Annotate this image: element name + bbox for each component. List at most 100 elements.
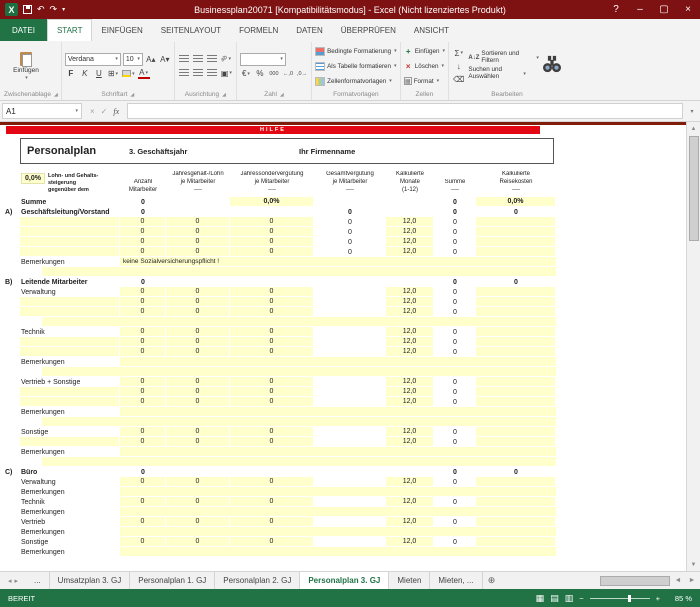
- cell[interactable]: [476, 517, 556, 527]
- row-label[interactable]: [20, 387, 120, 397]
- cell[interactable]: [476, 537, 556, 547]
- excel-app-icon[interactable]: X: [5, 3, 18, 16]
- cell[interactable]: 0: [166, 397, 230, 407]
- cell[interactable]: 0: [120, 347, 166, 357]
- cell[interactable]: 0: [166, 227, 230, 237]
- note-cell[interactable]: [120, 547, 556, 557]
- note-cell[interactable]: [120, 407, 556, 417]
- cell[interactable]: 0: [230, 347, 314, 357]
- cell[interactable]: 0: [166, 347, 230, 357]
- cell[interactable]: [314, 427, 386, 437]
- sheet-tab[interactable]: ...: [26, 572, 50, 589]
- cell[interactable]: 0: [434, 277, 476, 287]
- cell[interactable]: 0: [166, 537, 230, 547]
- cell[interactable]: 0: [230, 497, 314, 507]
- expand-formula-bar-icon[interactable]: ▾: [686, 108, 698, 115]
- cell[interactable]: [476, 227, 556, 237]
- cell[interactable]: 12,0: [386, 387, 434, 397]
- cell[interactable]: 12,0: [386, 297, 434, 307]
- cell[interactable]: 0: [230, 327, 314, 337]
- cell[interactable]: 0: [120, 397, 166, 407]
- cell[interactable]: [476, 387, 556, 397]
- scroll-up-icon[interactable]: ▲: [687, 122, 700, 135]
- cell[interactable]: [476, 377, 556, 387]
- sheet-tab[interactable]: Mieten: [389, 572, 430, 589]
- cell[interactable]: [476, 347, 556, 357]
- sheet-nav-left-icon[interactable]: ◂: [8, 577, 12, 585]
- dialog-launcher-icon[interactable]: ◢: [130, 92, 134, 98]
- cell[interactable]: 0: [230, 377, 314, 387]
- grow-font-button[interactable]: A▴: [145, 53, 157, 65]
- cell[interactable]: 0: [434, 217, 476, 227]
- cell[interactable]: 0: [120, 427, 166, 437]
- merge-center-button[interactable]: ▣▾: [220, 67, 233, 79]
- enter-icon[interactable]: ✓: [101, 107, 108, 116]
- delete-cells-button[interactable]: ×Löschen▾: [404, 60, 444, 73]
- cell[interactable]: 0: [120, 217, 166, 227]
- cell[interactable]: 0: [314, 217, 386, 227]
- zoom-out-button[interactable]: −: [579, 594, 583, 603]
- cell[interactable]: 12,0: [386, 437, 434, 447]
- fill-color-button[interactable]: ▾: [121, 68, 136, 80]
- row-label[interactable]: [20, 237, 120, 247]
- cell[interactable]: [314, 287, 386, 297]
- fill-button[interactable]: ↓: [452, 60, 465, 72]
- insert-function-icon[interactable]: fx: [113, 107, 119, 116]
- cell[interactable]: [166, 467, 230, 477]
- cell[interactable]: 0: [166, 287, 230, 297]
- percent-format-button[interactable]: %: [254, 68, 266, 80]
- cell[interactable]: 0: [434, 467, 476, 477]
- cell[interactable]: 0: [434, 347, 476, 357]
- ribbon-tab[interactable]: SEITENLAYOUT: [152, 19, 230, 41]
- cell[interactable]: 0: [230, 287, 314, 297]
- page-layout-view-icon[interactable]: ▤: [550, 593, 559, 604]
- currency-format-button[interactable]: €▾: [240, 68, 252, 80]
- cell[interactable]: [476, 437, 556, 447]
- note-cell[interactable]: keine Sozialversicherungspflicht !: [120, 257, 556, 267]
- cell[interactable]: 0: [166, 337, 230, 347]
- row-label[interactable]: [20, 347, 120, 357]
- cell[interactable]: [166, 197, 230, 207]
- insert-cells-button[interactable]: +Einfügen▾: [404, 45, 445, 58]
- note-cell[interactable]: [120, 357, 556, 367]
- cell[interactable]: 0: [434, 537, 476, 547]
- ribbon-tab[interactable]: EINFÜGEN: [92, 19, 151, 41]
- cell[interactable]: [476, 297, 556, 307]
- normal-view-icon[interactable]: ▦: [536, 593, 545, 604]
- vertical-scrollbar[interactable]: ▲ ▼: [686, 122, 700, 571]
- sheet-tab[interactable]: Umsatzplan 3. GJ: [50, 572, 131, 589]
- cell[interactable]: 0: [166, 517, 230, 527]
- row-label[interactable]: [20, 227, 120, 237]
- salary-increase-input[interactable]: 0,0%: [21, 173, 45, 184]
- cell[interactable]: [476, 287, 556, 297]
- clear-button[interactable]: ⌫: [452, 73, 465, 85]
- cell[interactable]: [386, 467, 434, 477]
- cell[interactable]: 0: [230, 217, 314, 227]
- input-band[interactable]: [42, 417, 556, 427]
- cell[interactable]: 0: [230, 227, 314, 237]
- cell[interactable]: 0: [434, 327, 476, 337]
- cell[interactable]: 0: [166, 477, 230, 487]
- cell[interactable]: 0: [120, 277, 166, 287]
- align-top-button[interactable]: [178, 53, 190, 65]
- underline-button[interactable]: U: [93, 68, 105, 80]
- ribbon-tab[interactable]: DATEN: [287, 19, 332, 41]
- cell[interactable]: 0: [230, 387, 314, 397]
- cell[interactable]: 0: [434, 437, 476, 447]
- cell[interactable]: 0: [120, 387, 166, 397]
- cell[interactable]: [314, 397, 386, 407]
- cell[interactable]: 0: [314, 207, 386, 217]
- cell[interactable]: 0: [230, 477, 314, 487]
- cell[interactable]: 12,0: [386, 537, 434, 547]
- cell[interactable]: 0: [230, 307, 314, 317]
- row-label[interactable]: Sonstige: [20, 537, 120, 547]
- row-label[interactable]: Verwaltung: [20, 287, 120, 297]
- borders-button[interactable]: ⊞▾: [107, 68, 119, 80]
- find-select-button[interactable]: Suchen und Auswählen▾: [468, 67, 539, 81]
- cell[interactable]: 0: [120, 437, 166, 447]
- cell[interactable]: 0: [476, 277, 556, 287]
- align-right-button[interactable]: [206, 67, 218, 79]
- cell[interactable]: [314, 497, 386, 507]
- cell[interactable]: 0: [166, 327, 230, 337]
- ribbon-tab[interactable]: ÜBERPRÜFEN: [332, 19, 405, 41]
